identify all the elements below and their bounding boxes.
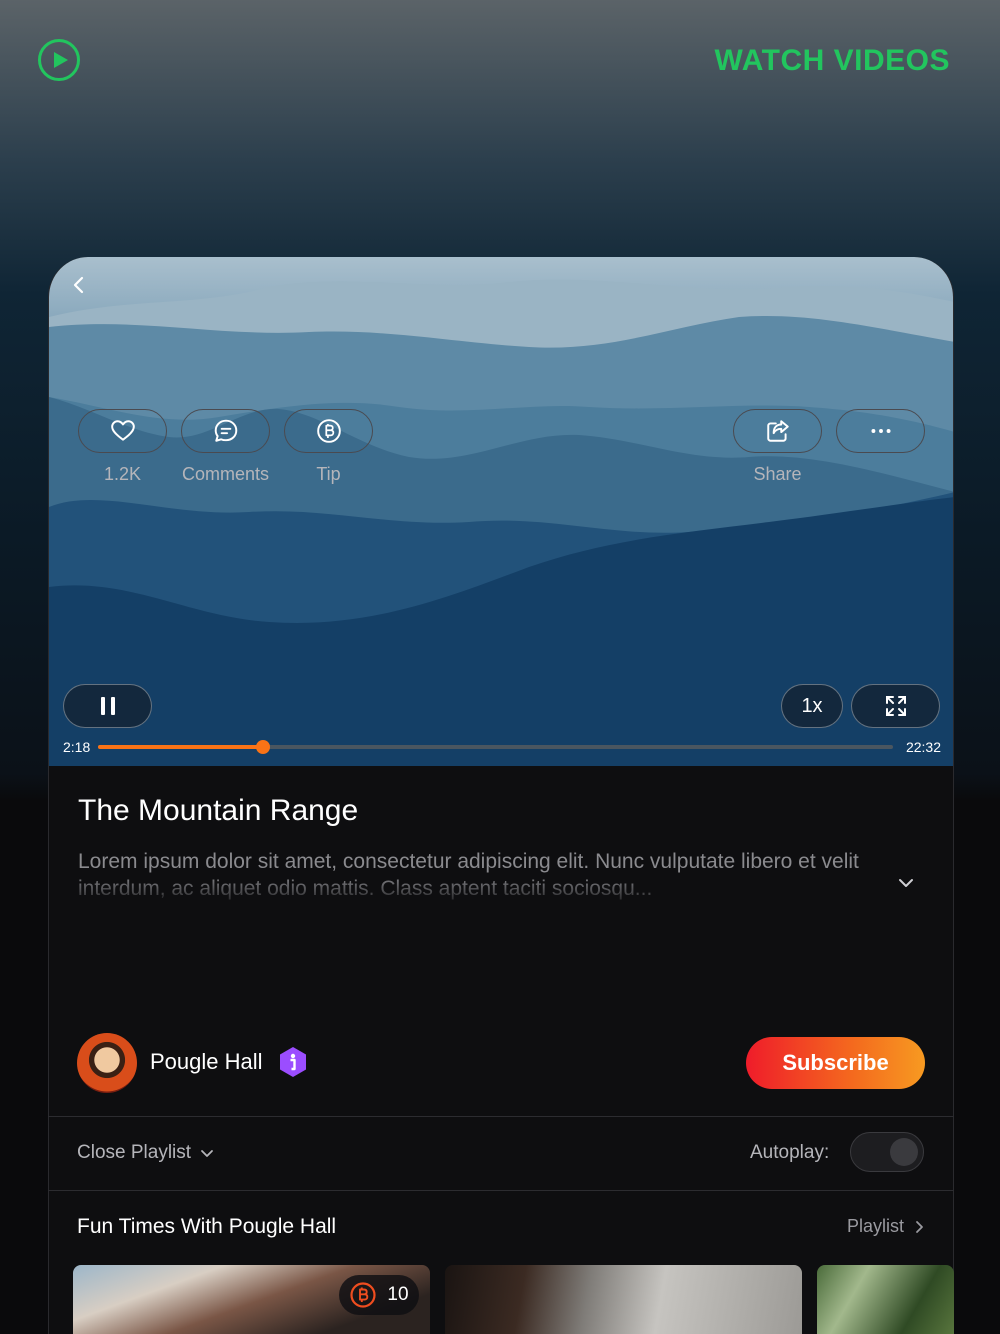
chevron-down-icon[interactable] (895, 872, 917, 894)
chevron-right-icon (916, 1220, 923, 1233)
playlist-thumbnail[interactable] (445, 1265, 802, 1334)
video-description: Lorem ipsum dolor sit amet, consectetur … (78, 850, 859, 900)
avatar[interactable] (77, 1033, 137, 1093)
more-horizontal-icon (870, 429, 891, 433)
tip-count-badge: 10 (339, 1275, 419, 1315)
channel-info: Pougle Hall Subscribe (48, 1033, 954, 1093)
close-playlist-label: Close Playlist (77, 1142, 192, 1163)
share-button[interactable] (733, 409, 822, 453)
share-label: Share (753, 464, 802, 484)
action-row: 1.2K Comments Tip Share (49, 409, 953, 499)
channel-name[interactable]: Pougle Hall (150, 1049, 263, 1075)
video-title: The Mountain Range (78, 794, 359, 827)
close-playlist-button[interactable]: Close Playlist (77, 1142, 215, 1164)
playlist-controls: Close Playlist Autoplay: (48, 1117, 954, 1191)
more-button[interactable] (836, 409, 925, 453)
video-player[interactable]: 1x 2:18 22:32 (49, 257, 953, 766)
divider (48, 1190, 954, 1191)
more-action[interactable] (836, 409, 925, 453)
top-bar: WATCH VIDEOS (0, 0, 1000, 120)
play-circle-icon[interactable] (38, 39, 80, 81)
subscribe-button[interactable]: Subscribe (746, 1037, 925, 1089)
tip-button[interactable] (284, 409, 373, 453)
comments-button[interactable] (181, 409, 270, 453)
tip-count: 10 (387, 1284, 409, 1305)
share-icon (766, 420, 789, 442)
chevron-down-icon (201, 1150, 213, 1157)
comment-icon (214, 419, 237, 442)
share-action[interactable]: Share (733, 409, 822, 485)
tip-action[interactable]: Tip (284, 409, 373, 485)
heart-icon (110, 420, 135, 441)
playlist-header: Fun Times With Pougle Hall Playlist (48, 1215, 954, 1245)
playlist-link[interactable]: Playlist (847, 1216, 926, 1237)
chevron-left-icon[interactable] (67, 273, 91, 297)
progress-fill (98, 745, 264, 749)
playlist-title: Fun Times With Pougle Hall (77, 1215, 337, 1238)
autoplay-label: Autoplay: (750, 1142, 830, 1163)
expand-icon (885, 696, 906, 716)
comments-action[interactable]: Comments (181, 409, 270, 485)
app-title: WATCH VIDEOS (714, 44, 950, 77)
pause-button[interactable] (63, 684, 152, 728)
like-action[interactable]: 1.2K (78, 409, 167, 485)
playlist-link-label: Playlist (846, 1216, 904, 1236)
playlist-thumbnail[interactable]: 10 (73, 1265, 430, 1334)
fullscreen-button[interactable] (851, 684, 940, 728)
tip-label: Tip (316, 464, 341, 484)
current-time: 2:18 (63, 739, 91, 755)
progress-bar[interactable] (98, 740, 893, 754)
verified-badge-icon (280, 1047, 306, 1077)
coin-b-icon (316, 419, 341, 443)
playlist-thumbnail[interactable] (817, 1265, 954, 1334)
playback-speed-button[interactable]: 1x (781, 684, 843, 728)
toggle-knob (890, 1138, 918, 1166)
playlist-thumbnails: 10 (0, 1265, 954, 1334)
like-button[interactable] (78, 409, 167, 453)
autoplay-toggle[interactable] (850, 1132, 924, 1172)
total-time: 22:32 (905, 739, 941, 755)
coin-b-icon (350, 1282, 377, 1308)
pause-icon (100, 697, 115, 715)
